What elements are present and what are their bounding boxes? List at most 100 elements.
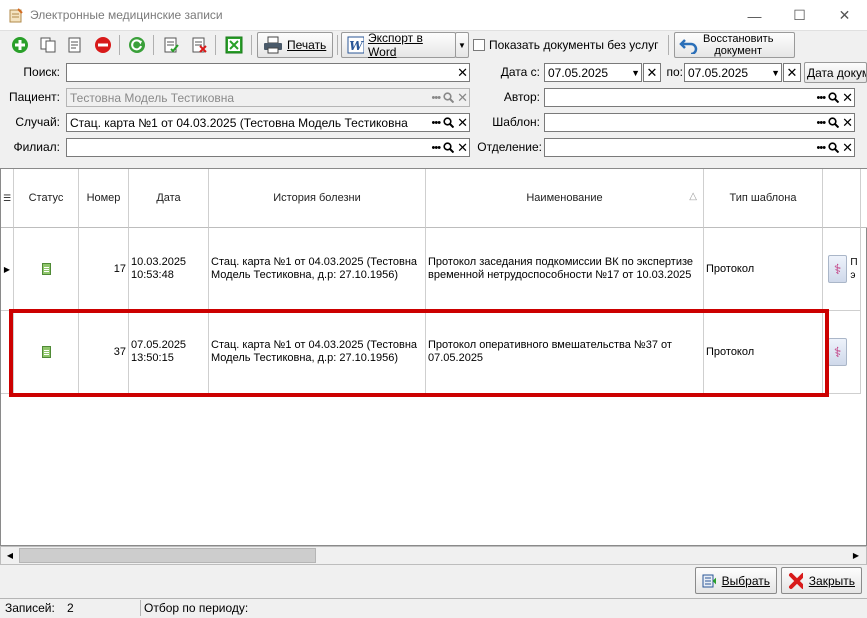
toolbar-separator: [251, 35, 252, 55]
export-word-button[interactable]: W Экспорт в Word: [341, 31, 456, 59]
sign-document-button[interactable]: [160, 34, 182, 56]
document-cross-icon: [192, 37, 207, 53]
chevron-down-icon[interactable]: ▼: [771, 68, 780, 78]
show-without-services-checkbox[interactable]: Показать документы без услуг: [473, 38, 659, 52]
restore-document-button[interactable]: Восстановить документ: [674, 32, 795, 58]
scroll-thumb[interactable]: [19, 548, 316, 563]
highlight-frame: [9, 309, 829, 397]
column-header-history[interactable]: История болезни: [209, 169, 426, 228]
column-header-date[interactable]: Дата: [129, 169, 209, 228]
toolbar-separator: [153, 35, 154, 55]
date-from-label: Дата с:: [500, 65, 540, 79]
cancel-sign-button[interactable]: [188, 34, 210, 56]
search-label: Поиск:: [23, 65, 60, 79]
select-icon: [702, 574, 716, 587]
copy-button[interactable]: [37, 34, 59, 56]
close-icon: [789, 572, 803, 589]
print-button[interactable]: Печать: [257, 32, 333, 58]
toolbar: Печать W Экспорт в Word ▼ Показать докум…: [0, 31, 867, 59]
ellipsis-icon[interactable]: •••: [817, 142, 827, 153]
delete-icon: [95, 37, 111, 53]
clear-search-icon[interactable]: ✕: [457, 66, 468, 79]
minimize-button[interactable]: —: [732, 0, 777, 31]
author-field[interactable]: ••• ✕: [544, 88, 855, 107]
print-label: Печать: [287, 38, 327, 52]
date-type-button[interactable]: Дата докум: [804, 62, 867, 83]
refresh-button[interactable]: [126, 34, 148, 56]
column-header-template-type[interactable]: Тип шаблона: [704, 169, 823, 228]
search-icon[interactable]: [828, 117, 840, 128]
patient-field: Тестовна Модель Тестиковна ••• ✕: [66, 88, 470, 107]
date-to-input[interactable]: 07.05.2025 ▼: [684, 63, 782, 82]
notepad-icon: [9, 8, 23, 23]
column-header-extra[interactable]: [823, 169, 861, 228]
title-bar: Электронные медицинские записи — ☐ ✕: [0, 0, 867, 31]
clear-branch-icon[interactable]: ✕: [457, 141, 468, 154]
restore-label-line2: документ: [714, 45, 763, 57]
search-icon[interactable]: [443, 142, 455, 153]
template-field[interactable]: ••• ✕: [544, 113, 855, 132]
case-value: Стац. карта №1 от 04.03.2025 (Тестовна М…: [70, 115, 408, 130]
add-icon: [12, 37, 28, 53]
column-header-number[interactable]: Номер: [79, 169, 129, 228]
add-button[interactable]: [9, 34, 31, 56]
chevron-left-icon: ◀: [6, 551, 14, 560]
date-from-input[interactable]: 07.05.2025 ▼: [544, 63, 642, 82]
case-label: Случай:: [15, 115, 60, 129]
horizontal-scrollbar[interactable]: ◀ ▶: [0, 546, 867, 565]
close-button[interactable]: Закрыть: [781, 567, 862, 594]
search-input[interactable]: ✕: [66, 63, 470, 82]
column-header-status[interactable]: Статус: [14, 169, 79, 228]
close-icon: ✕: [786, 65, 798, 80]
search-icon[interactable]: [828, 92, 840, 103]
clear-template-icon[interactable]: ✕: [842, 116, 853, 129]
date-from-value: 07.05.2025: [548, 65, 609, 80]
clear-date-from-button[interactable]: ✕: [643, 63, 661, 82]
date-to-value: 07.05.2025: [688, 65, 749, 80]
maximize-button[interactable]: ☐: [777, 0, 822, 31]
status-separator: [140, 600, 141, 616]
author-label: Автор:: [503, 90, 540, 104]
sort-ascending-icon: △: [689, 191, 697, 202]
column-chooser[interactable]: ☰: [1, 169, 14, 228]
delete-button[interactable]: [92, 34, 114, 56]
clear-author-icon[interactable]: ✕: [842, 91, 853, 104]
clear-department-icon[interactable]: ✕: [842, 141, 853, 154]
export-word-dropdown[interactable]: ▼: [455, 32, 469, 58]
ellipsis-icon[interactable]: •••: [432, 142, 442, 153]
clear-case-icon[interactable]: ✕: [457, 116, 468, 129]
case-field[interactable]: Стац. карта №1 от 04.03.2025 (Тестовна М…: [66, 113, 470, 132]
column-header-name[interactable]: Наименование △: [426, 169, 704, 228]
number-cell: 17: [79, 228, 129, 311]
chevron-down-icon[interactable]: ▼: [631, 68, 640, 78]
search-icon[interactable]: [443, 117, 455, 128]
window-title: Электронные медицинские записи: [30, 8, 223, 22]
select-button[interactable]: Выбрать: [695, 567, 777, 594]
name-cell: Протокол заседания подкомиссии ВК по экс…: [426, 228, 704, 311]
branch-field[interactable]: ••• ✕: [66, 138, 470, 157]
time-value: 10:53:48: [131, 269, 174, 281]
excel-export-button[interactable]: [223, 34, 245, 56]
close-window-button[interactable]: ✕: [822, 0, 867, 31]
template-label: Шаблон:: [492, 115, 540, 129]
row-indicator: ▶: [1, 228, 14, 311]
date-value: 10.03.2025: [131, 256, 187, 268]
ellipsis-icon[interactable]: •••: [817, 117, 827, 128]
checkbox-box[interactable]: [473, 39, 485, 51]
ellipsis-icon[interactable]: •••: [432, 117, 442, 128]
scroll-left-button[interactable]: ◀: [3, 549, 17, 562]
restore-label-line1: Восстановить: [703, 33, 774, 45]
toolbar-separator: [119, 35, 120, 55]
search-icon[interactable]: [828, 142, 840, 153]
scroll-right-button[interactable]: ▶: [849, 549, 863, 562]
records-count-value: 2: [67, 601, 74, 615]
edit-button[interactable]: [64, 34, 86, 56]
clear-date-to-button[interactable]: ✕: [783, 63, 801, 82]
ellipsis-icon[interactable]: •••: [817, 92, 827, 103]
patient-value: Тестовна Модель Тестиковна: [70, 90, 235, 105]
word-icon: W: [347, 36, 365, 54]
table-row[interactable]: ▶ 17 10.03.2025 10:53:48 Стац. карта №1 …: [1, 228, 867, 311]
department-field[interactable]: ••• ✕: [544, 138, 855, 157]
export-word-label: Экспорт в Word: [368, 31, 423, 59]
column-header-name-label: Наименование: [526, 192, 603, 204]
